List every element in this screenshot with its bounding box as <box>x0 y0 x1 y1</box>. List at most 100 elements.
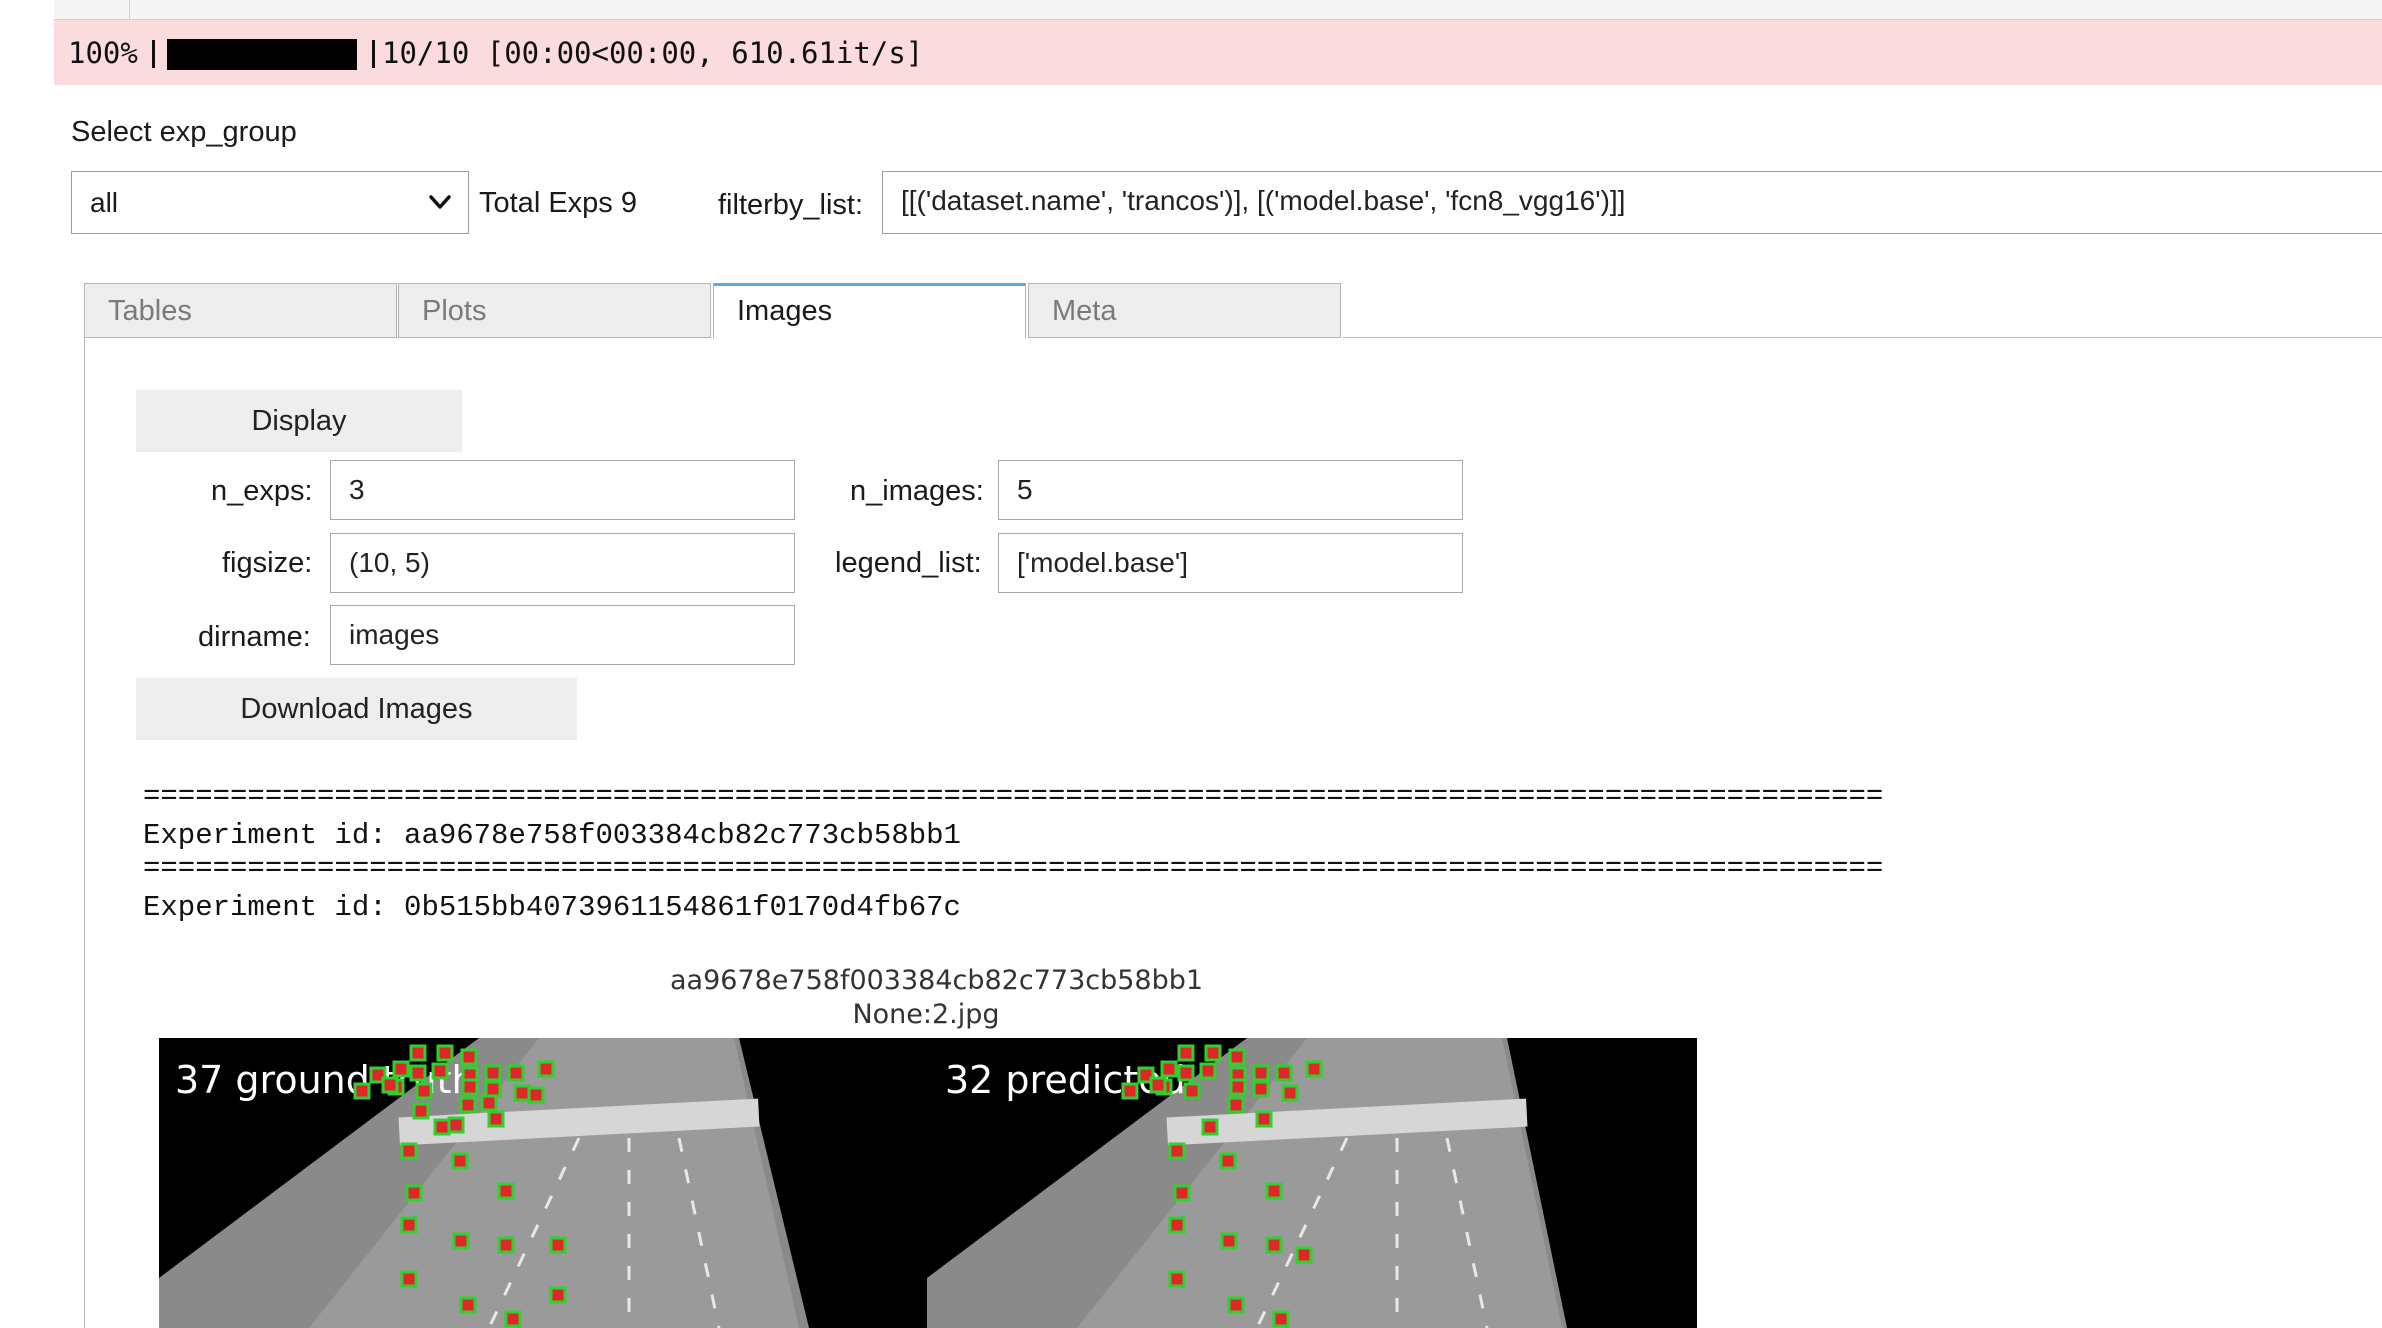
n-images-input[interactable]: 5 <box>998 460 1463 520</box>
tab-images[interactable]: Images <box>713 283 1026 339</box>
n-exps-input[interactable]: 3 <box>330 460 795 520</box>
vehicle-marker <box>1229 1078 1247 1096</box>
vehicle-marker <box>1272 1310 1290 1328</box>
vehicle-marker <box>460 1048 478 1066</box>
vehicle-marker <box>1281 1084 1299 1102</box>
vehicle-marker <box>1219 1152 1237 1170</box>
figure-subtitle: None:2.jpg <box>852 999 1000 1030</box>
filterby-list-input[interactable]: [[('dataset.name', 'trancos')], [('model… <box>882 171 2382 234</box>
vehicle-marker <box>1295 1246 1313 1264</box>
vehicle-marker <box>353 1082 371 1100</box>
vehicle-marker <box>549 1236 567 1254</box>
chevron-down-icon <box>429 195 451 209</box>
progress-bar <box>152 36 414 70</box>
traffic-image-figure: 37 ground truth 32 predicted <box>159 1038 1697 1328</box>
filterby-list-label: filterby_list: <box>718 189 864 221</box>
figsize-input[interactable]: (10, 5) <box>330 533 795 593</box>
figure-title-id: aa9678e758f003384cb82c773cb58bb1 <box>670 965 1204 996</box>
vehicle-marker <box>1168 1216 1186 1234</box>
separator-line: ========================================… <box>143 780 1884 813</box>
vehicle-marker <box>405 1184 423 1202</box>
vehicle-marker <box>436 1044 454 1062</box>
progress-bar-right-edge <box>372 40 375 68</box>
separator-line: ========================================… <box>143 852 1884 885</box>
progress-output: 100% 10/10 [00:00<00:00, 610.61it/s] <box>54 20 2382 85</box>
vehicle-marker <box>484 1064 502 1082</box>
progress-percent: 100% <box>68 36 138 70</box>
vehicle-marker <box>431 1062 449 1080</box>
vehicle-marker <box>392 1060 410 1078</box>
vehicle-marker <box>1201 1118 1219 1136</box>
vehicle-marker <box>1265 1182 1283 1200</box>
vehicle-marker <box>412 1102 430 1120</box>
predicted-image: 32 predicted <box>927 1038 1567 1328</box>
vehicle-marker <box>1177 1044 1195 1062</box>
ground-truth-image: 37 ground truth <box>159 1038 809 1328</box>
vehicle-marker <box>504 1310 522 1328</box>
dirname-input[interactable]: images <box>330 605 795 665</box>
vehicle-marker <box>1149 1076 1167 1094</box>
exp-group-dropdown[interactable]: all <box>71 171 469 234</box>
experiment-id-line: Experiment id: 0b515bb4073961154861f0170… <box>143 891 961 924</box>
legend-list-label: legend_list: <box>835 547 982 579</box>
vehicle-marker <box>461 1078 479 1096</box>
vehicle-marker <box>400 1270 418 1288</box>
vehicle-marker <box>1252 1064 1270 1082</box>
total-exps-label: Total Exps 9 <box>479 187 637 219</box>
dirname-label: dirname: <box>198 621 311 653</box>
exp-group-selected-value: all <box>90 187 119 218</box>
vehicle-marker <box>1183 1082 1201 1100</box>
vehicle-marker <box>1177 1064 1195 1082</box>
figsize-label: figsize: <box>222 547 313 579</box>
vehicle-marker <box>527 1086 545 1104</box>
vehicle-marker <box>415 1082 433 1100</box>
traffic-image-svg: 37 ground truth 32 predicted <box>159 1038 1567 1328</box>
tab-tables[interactable]: Tables <box>84 283 397 338</box>
vehicle-marker <box>1305 1060 1323 1078</box>
vehicle-marker <box>451 1152 469 1170</box>
vehicle-marker <box>1160 1060 1178 1078</box>
vehicle-marker <box>1252 1080 1270 1098</box>
tab-bar: Tables Plots Images Meta <box>84 283 2382 339</box>
vehicle-marker <box>1227 1296 1245 1314</box>
vehicle-marker <box>1199 1062 1217 1080</box>
vehicle-marker <box>409 1044 427 1062</box>
legend-list-input[interactable]: ['model.base'] <box>998 533 1463 593</box>
vehicle-marker <box>487 1110 505 1128</box>
previous-cell-strip <box>54 0 2382 20</box>
vehicle-marker <box>1265 1236 1283 1254</box>
figure-title: aa9678e758f003384cb82c773cb58bb1 None:2.… <box>670 964 1204 1032</box>
vehicle-marker <box>459 1096 477 1114</box>
vehicle-marker <box>1228 1048 1246 1066</box>
vehicle-marker <box>537 1060 555 1078</box>
n-exps-label: n_exps: <box>211 475 313 507</box>
vehicle-marker <box>400 1216 418 1234</box>
vehicle-marker <box>1275 1064 1293 1082</box>
vehicle-marker <box>497 1182 515 1200</box>
vehicle-marker <box>1204 1044 1222 1062</box>
exp-group-label: Select exp_group <box>71 116 297 148</box>
vehicle-marker <box>497 1236 515 1254</box>
vehicle-marker <box>513 1084 531 1102</box>
vehicle-marker <box>409 1064 427 1082</box>
vehicle-marker <box>459 1296 477 1314</box>
vehicle-marker <box>1121 1082 1139 1100</box>
vehicle-marker <box>400 1142 418 1160</box>
vehicle-marker <box>1220 1232 1238 1250</box>
progress-bar-fill <box>167 39 357 70</box>
experiment-id-line: Experiment id: aa9678e758f003384cb82c773… <box>143 819 961 852</box>
vehicle-marker <box>1227 1096 1245 1114</box>
vehicle-marker <box>452 1232 470 1250</box>
vehicle-marker <box>447 1116 465 1134</box>
vehicle-marker <box>433 1118 451 1136</box>
tab-plots[interactable]: Plots <box>398 283 711 338</box>
vehicle-marker <box>1255 1110 1273 1128</box>
vehicle-marker <box>484 1080 502 1098</box>
tab-meta[interactable]: Meta <box>1028 283 1341 338</box>
download-images-button[interactable]: Download Images <box>136 678 577 740</box>
prev-cell-prompt <box>54 0 130 19</box>
progress-bar-left-edge <box>152 40 155 68</box>
vehicle-marker <box>549 1286 567 1304</box>
vehicle-marker <box>480 1094 498 1112</box>
display-button[interactable]: Display <box>136 390 462 452</box>
